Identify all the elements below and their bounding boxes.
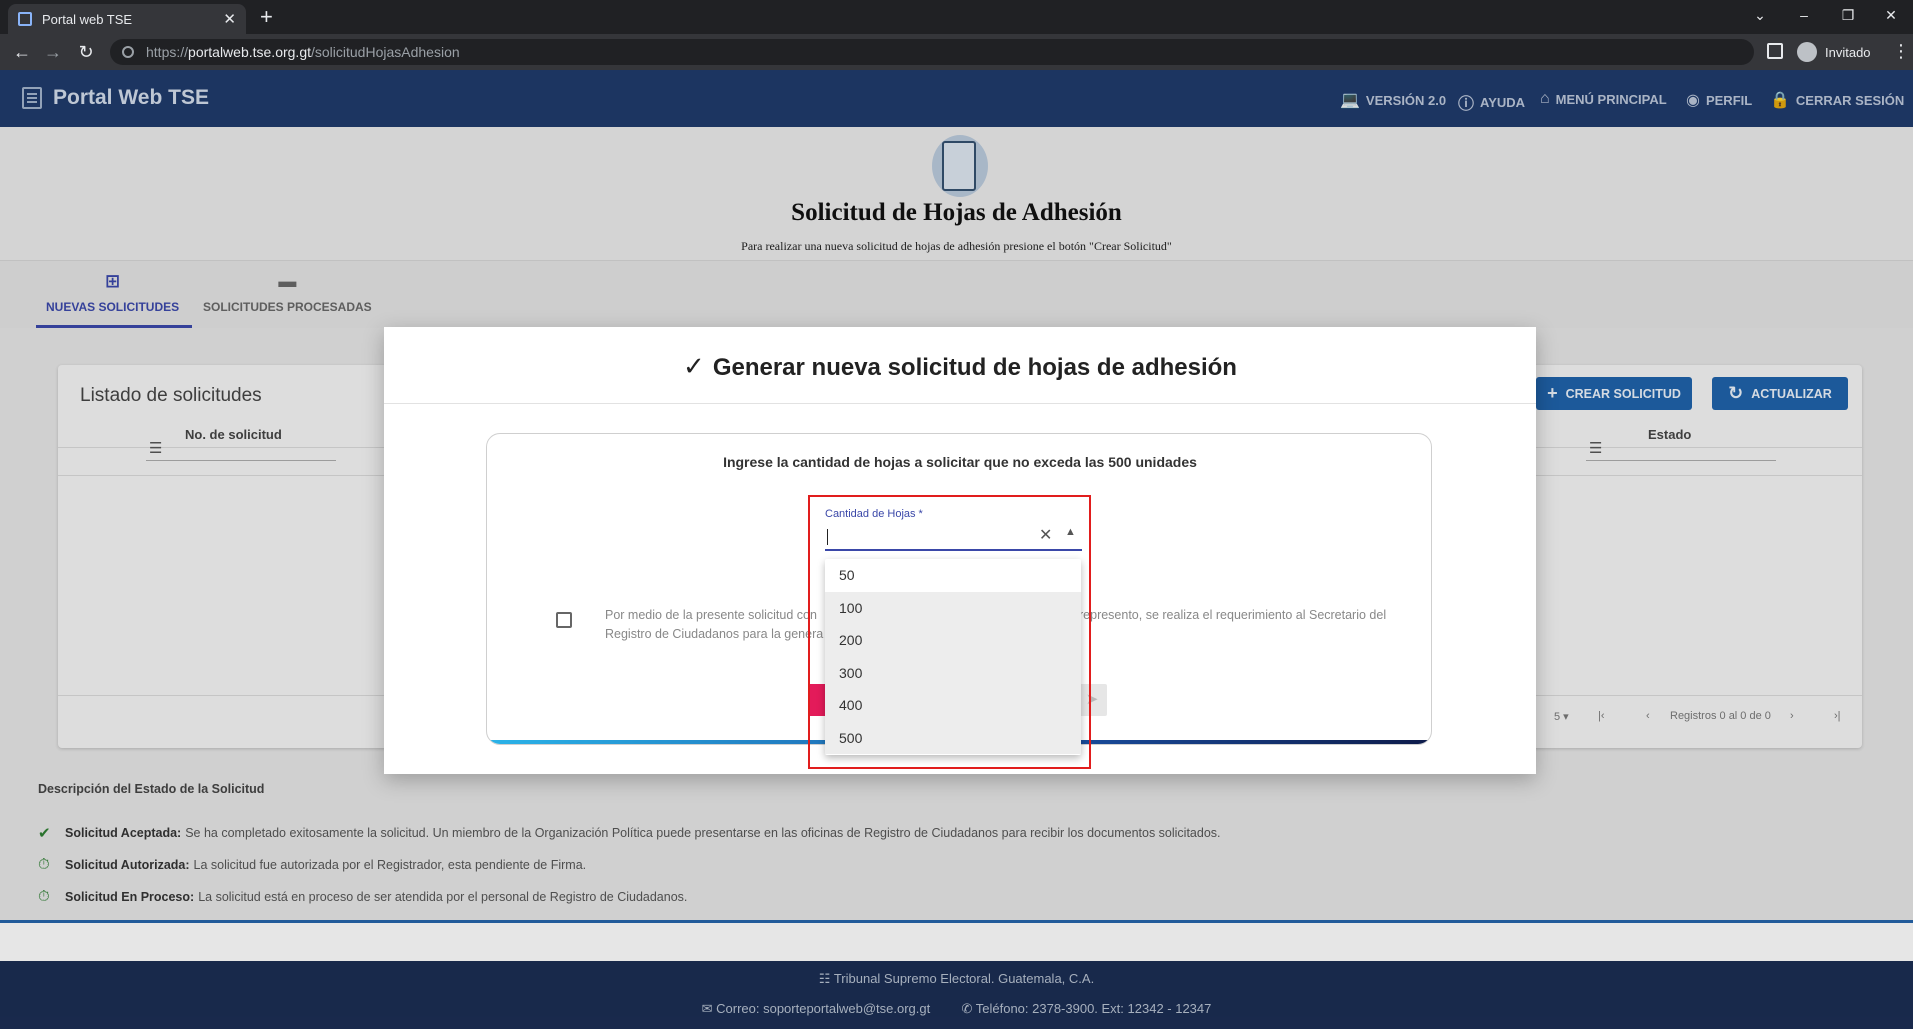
site-info-icon[interactable] xyxy=(122,46,134,58)
dialog-title-text: Generar nueva solicitud de hojas de adhe… xyxy=(712,354,1237,381)
browser-address-bar: ← → ↻ https://portalweb.tse.org.gt/solic… xyxy=(0,34,1913,70)
browser-tab-bar: Portal web TSE ✕ + ⌄ – ❐ ✕ xyxy=(0,0,1913,34)
terms-checkbox[interactable] xyxy=(556,612,572,628)
annotation-highlight-box xyxy=(808,495,1091,769)
terms-text-left: Por medio de la presente solicitud con R… xyxy=(605,608,824,641)
url-input[interactable]: https://portalweb.tse.org.gt/solicitudHo… xyxy=(110,39,1754,65)
terms-text-right: represento, se realiza el requerimiento … xyxy=(1079,608,1387,622)
url-scheme: https:// xyxy=(146,44,189,60)
avatar-icon xyxy=(1797,42,1817,62)
tab-search-icon[interactable]: ⌄ xyxy=(1738,0,1782,30)
url-path: /solicitudHojasAdhesion xyxy=(311,44,460,60)
reload-icon[interactable]: ↻ xyxy=(74,40,98,64)
restore-icon[interactable]: ❐ xyxy=(1826,0,1870,30)
close-tab-icon[interactable]: ✕ xyxy=(223,10,236,28)
minimize-icon[interactable]: – xyxy=(1782,0,1826,30)
tse-favicon-icon xyxy=(18,12,32,26)
new-tab-button[interactable]: + xyxy=(260,4,273,30)
back-icon[interactable]: ← xyxy=(10,40,34,64)
browser-tab[interactable]: Portal web TSE ✕ xyxy=(8,4,246,34)
dialog-divider xyxy=(384,403,1536,404)
browser-tab-title: Portal web TSE xyxy=(42,11,133,27)
url-host: portalweb.tse.org.gt xyxy=(188,44,311,60)
side-panel-icon[interactable] xyxy=(1767,43,1783,59)
profile-button[interactable]: Invitado xyxy=(1797,42,1871,62)
close-window-icon[interactable]: ✕ xyxy=(1869,0,1913,30)
dialog-instruction: Ingrese la cantidad de hojas a solicitar… xyxy=(723,454,1197,470)
check-icon: ✓ xyxy=(683,351,705,381)
dialog-title: ✓ Generar nueva solicitud de hojas de adh… xyxy=(384,351,1536,382)
browser-menu-icon[interactable]: ⋮ xyxy=(1892,42,1910,60)
forward-icon[interactable]: → xyxy=(41,40,65,64)
profile-label: Invitado xyxy=(1825,44,1871,60)
